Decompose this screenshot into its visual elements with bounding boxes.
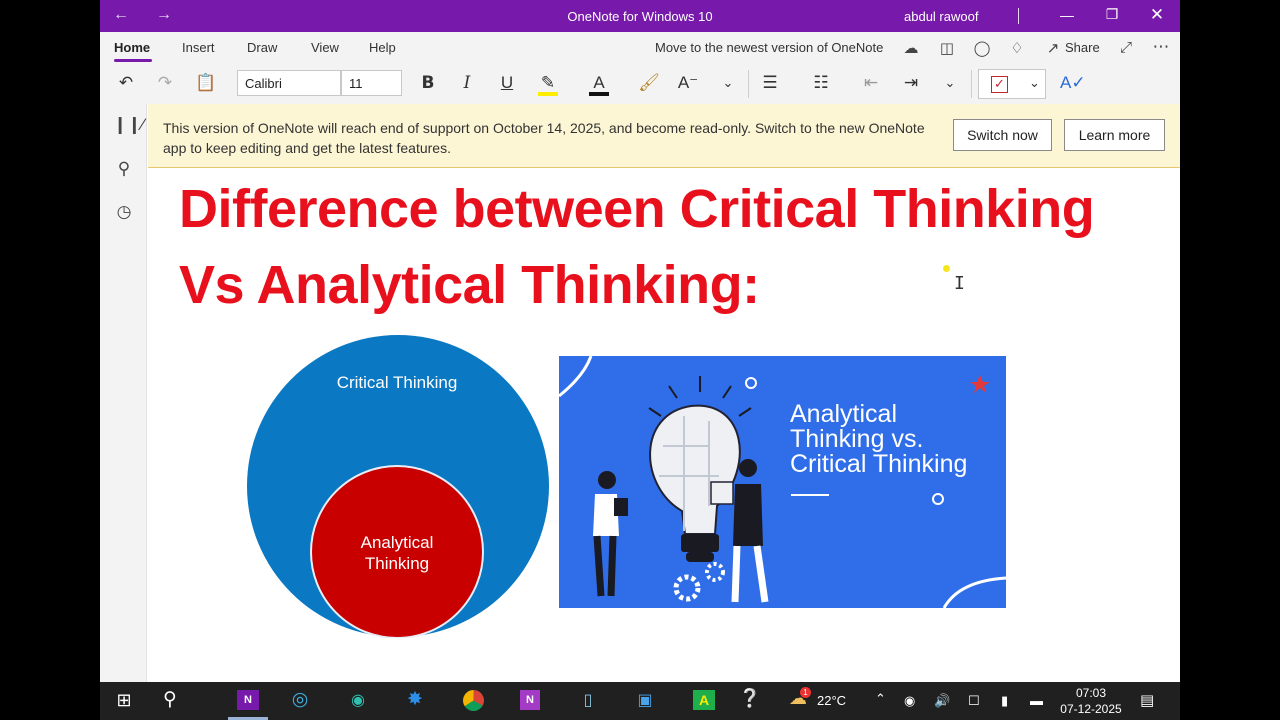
sticky-notes-icon[interactable]: ◫ [937,39,957,57]
record-icon[interactable]: ◉ [904,693,915,709]
graphic-title-line1: Analytical [790,400,897,428]
minimize-icon[interactable]: — [1057,7,1077,23]
user-name[interactable]: abdul rawoof [904,9,978,24]
learn-more-button[interactable]: Learn more [1064,119,1165,151]
windows-start-icon[interactable]: ⊞ [112,690,136,712]
tab-help[interactable]: Help [369,40,396,55]
tag-dropdown[interactable]: ✓ ⌄ [978,69,1046,99]
onenote-alt-icon[interactable]: N [518,690,542,712]
windows-taskbar: ⊞ ⚲ N ◎ ◉ ✸ N ▯ ▣ A ❔ ☁ 1 22°C ⌃ ◉ 🔊 ☐ ▮… [100,682,1180,720]
chevron-down-icon[interactable]: ⌄ [941,75,959,97]
font-size-box[interactable]: 11 [341,70,402,96]
sync-status-icon[interactable]: ☁ [901,39,921,57]
chevron-up-icon[interactable]: ⌃ [875,691,886,707]
device-icon[interactable]: ☐ [968,693,980,709]
tab-view[interactable]: View [311,40,339,55]
italic-button[interactable]: I [457,73,477,95]
fullscreen-icon[interactable]: ⤢ [1116,39,1136,57]
weather-temperature[interactable]: 22°C [817,693,846,708]
loading-app-icon[interactable]: ✸ [403,688,427,710]
notes-app-icon[interactable]: ▯ [576,690,600,712]
undo-icon[interactable]: ↶ [115,73,137,95]
ribbon-tabs: Home Insert Draw View Help Move to the n… [100,32,1180,64]
page-heading-line1[interactable]: Difference between Critical Thinking [179,178,1095,240]
title-bar: ← → OneNote for Windows 10 abdul rawoof … [100,0,1180,32]
chevron-down-icon: ⌄ [1029,75,1040,90]
onenote-window: ← → OneNote for Windows 10 abdul rawoof … [100,0,1180,682]
edge-browser-icon[interactable]: ◎ [288,688,312,710]
graphic-title-line2: Thinking vs. [790,425,924,453]
venn-inner-label-2: Thinking [365,554,429,573]
analytical-vs-critical-graphic[interactable]: Analytical Thinking vs. Critical Thinkin… [559,356,1006,608]
spelling-icon[interactable]: A✓ [1060,73,1086,95]
share-icon[interactable]: ↗ [1043,39,1063,57]
volume-icon[interactable]: 🔊 [934,693,950,709]
notifications-icon[interactable]: ▤ [1140,691,1154,709]
recent-icon[interactable]: ◷ [113,202,135,224]
redo-icon[interactable]: ↷ [154,73,176,95]
highlighter-icon[interactable]: ✎ [537,73,559,96]
checkbox-tag-icon: ✓ [991,76,1008,93]
note-page[interactable]: Difference between Critical Thinking Vs … [148,168,1180,682]
search-icon[interactable]: ⚲ [113,159,135,181]
onenote-app-icon[interactable]: N [236,690,260,712]
switch-now-button[interactable]: Switch now [953,119,1052,151]
text-app-icon[interactable]: A [692,690,716,712]
notification-badge: 1 [800,687,811,698]
notebooks-icon[interactable]: ❙❙⁄ [113,115,144,137]
microphone-icon[interactable]: ▮ [1001,693,1008,709]
bold-button[interactable]: B [418,73,438,95]
upgrade-link[interactable]: Move to the newest version of OneNote [655,40,883,55]
clipboard-icon[interactable]: 📋 [195,73,217,95]
page-heading-line2[interactable]: Vs Analytical Thinking: [179,254,760,316]
venn-outer-label: Critical Thinking [337,373,458,392]
title-separator [1018,8,1019,24]
ribbon-toolbar: ↶ ↷ 📋 Calibri 11 B I U ✎ A 🖌 A⁻ ⌄ ☰ ☷ ⇤ … [100,64,1180,104]
underline-button[interactable]: U [497,73,517,95]
illustration [559,356,1006,608]
venn-inner-label-1: Analytical [361,533,434,552]
chrome-icon[interactable] [461,690,485,712]
clock-time: 07:03 [1075,686,1107,700]
toolbar-separator [971,70,972,98]
tab-home[interactable]: Home [114,40,150,55]
share-button[interactable]: Share [1065,40,1100,55]
battery-icon[interactable]: ▬ [1030,693,1043,708]
clock-date: 07-12-2025 [1060,702,1122,716]
more-options-icon[interactable]: ⋯ [1151,37,1171,56]
camera-app-icon[interactable]: ◉ [346,690,370,712]
lightbulb-icon[interactable]: ◯ [972,39,992,57]
numbered-list-icon[interactable]: ☷ [809,73,833,95]
active-tab-indicator [114,59,152,62]
search-icon[interactable]: ⚲ [158,688,182,710]
format-painter-icon[interactable]: 🖌 [638,73,660,95]
increase-indent-icon[interactable]: ⇥ [899,73,923,95]
bell-icon[interactable]: ♢ [1007,39,1027,57]
decrease-indent-icon[interactable]: ⇤ [859,73,883,95]
pen-dot [943,265,950,272]
tab-draw[interactable]: Draw [247,40,277,55]
font-color-icon[interactable]: A [588,73,610,96]
text-cursor-icon: I [954,273,965,294]
venn-diagram-image[interactable]: Critical Thinking Analytical Thinking [246,334,550,638]
end-of-support-banner: This version of OneNote will reach end o… [148,104,1180,168]
chevron-down-icon[interactable]: ⌄ [719,75,737,97]
banner-message: This version of OneNote will reach end o… [163,120,925,156]
close-icon[interactable]: ✕ [1147,5,1167,25]
bullet-list-icon[interactable]: ☰ [758,73,782,95]
left-navigation: ❙❙⁄ ⚲ ◷ [100,104,147,682]
font-name-box[interactable]: Calibri [237,70,341,96]
graphic-title-line3: Critical Thinking [790,450,968,478]
monitor-app-icon[interactable]: ▣ [633,690,657,712]
system-clock[interactable]: 07:03 07-12-2025 [1056,685,1126,717]
graphic-title: Analytical Thinking vs. Critical Thinkin… [790,402,967,477]
tab-insert[interactable]: Insert [182,40,215,55]
toolbar-separator [748,70,749,98]
restore-icon[interactable]: ❐ [1102,6,1122,23]
styles-icon[interactable]: A⁻ [677,73,699,95]
venn-inner-circle [310,465,484,638]
help-app-icon[interactable]: ❔ [738,688,762,710]
